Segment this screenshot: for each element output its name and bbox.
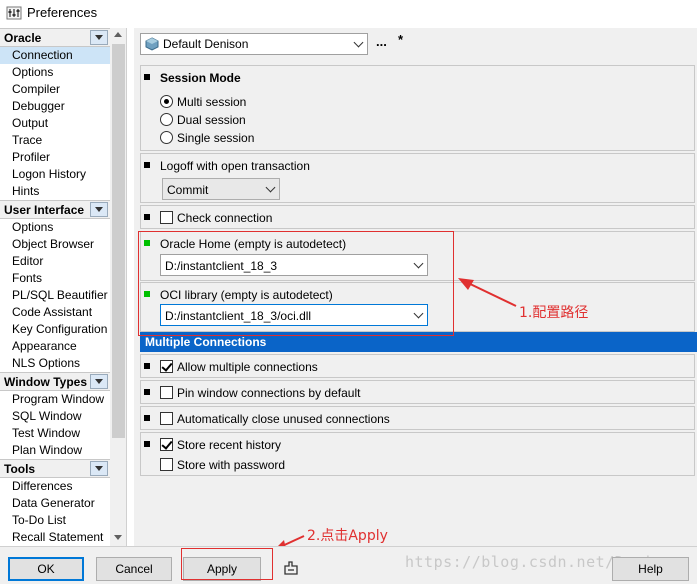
path-annotation-box [138,231,454,336]
tree-item-plsql-beautifier[interactable]: PL/SQL Beautifier [0,287,110,304]
checkbox-icon[interactable] [160,360,173,373]
radio-button-icon[interactable] [160,113,173,126]
section-marker [144,74,150,80]
ok-button[interactable]: OK [8,557,84,581]
checkbox-label: Store with password [177,458,286,472]
checkbox-label: Check connection [177,211,273,225]
tree-item-test-window[interactable]: Test Window [0,425,110,442]
chevron-down-icon [353,37,364,48]
section-marker [144,162,150,168]
checkbox-icon[interactable] [160,386,173,399]
tree-item-code-assistant[interactable]: Code Assistant [0,304,110,321]
scroll-up-icon[interactable] [114,32,122,37]
chevron-down-icon [265,182,276,193]
tree-item-ui-options[interactable]: Options [0,219,110,236]
tree-item-options[interactable]: Options [0,64,110,81]
radio-label: Multi session [177,95,247,109]
tree-item-todo-list[interactable]: To-Do List [0,512,110,529]
logoff-select[interactable]: Commit [162,178,280,200]
session-mode-section: Session Mode Multi session Dual session … [140,65,695,151]
section-marker [144,214,150,220]
scroll-thumb[interactable] [112,44,125,438]
check-connection-section: Check connection [140,205,695,229]
checkbox-label: Automatically close unused connections [177,412,390,426]
logoff-select-value: Commit [167,183,209,197]
pin-window-section: Pin window connections by default [140,380,695,404]
tree-item-differences[interactable]: Differences [0,478,110,495]
tree-item-connection[interactable]: Connection [0,47,110,64]
tree-item-debugger[interactable]: Debugger [0,98,110,115]
session-mode-title: Session Mode [160,71,241,85]
collapse-arrow-icon[interactable] [90,374,108,389]
checkbox-icon[interactable] [160,458,173,471]
checkbox-label: Store recent history [177,438,282,452]
preference-set-select[interactable]: Default Denison [140,33,368,55]
window-title: Preferences [27,5,98,20]
preferences-tree: Oracle Connection Options Compiler Debug… [0,28,127,546]
tree-item-program-window[interactable]: Program Window [0,391,110,408]
radio-button-icon[interactable] [160,131,173,144]
radio-label: Single session [177,131,255,145]
allow-multiple-section: Allow multiple connections [140,354,695,378]
tree-item-nls-options[interactable]: NLS Options [0,355,110,372]
preferences-icon [6,6,22,20]
checkbox-label: Allow multiple connections [177,360,318,374]
section-marker [144,441,150,447]
tree-group-label: Window Types [4,375,88,389]
store-history-section: Store recent history Store with password [140,432,695,476]
collapse-arrow-icon[interactable] [90,202,108,217]
title-bar: Preferences [0,0,697,28]
database-icon [145,37,159,51]
annotation-arrow-icon [458,278,517,307]
tree-item-profiler[interactable]: Profiler [0,149,110,166]
collapse-arrow-icon[interactable] [90,461,108,476]
radio-label: Dual session [177,113,246,127]
path-annotation-text: 1.配置路径 [519,305,589,321]
modified-indicator: * [398,32,404,47]
tree-item-compiler[interactable]: Compiler [0,81,110,98]
apply-annotation-text: 2.点击Apply [307,528,388,544]
tree-item-logon-history[interactable]: Logon History [0,166,110,183]
section-marker [144,415,150,421]
save-settings-icon[interactable] [282,560,300,576]
auto-close-section: Automatically close unused connections [140,406,695,430]
checkbox-icon[interactable] [160,211,173,224]
tree-scrollbar[interactable] [110,28,126,546]
tree-item-appearance[interactable]: Appearance [0,338,110,355]
apply-annotation-box [181,548,273,580]
tree-item-output[interactable]: Output [0,115,110,132]
tree-group-user-interface[interactable]: User Interface [0,200,110,219]
scroll-down-icon[interactable] [114,535,122,540]
checkbox-icon[interactable] [160,438,173,451]
tree-item-fonts[interactable]: Fonts [0,270,110,287]
tree-group-label: Tools [4,462,36,476]
tree-group-oracle[interactable]: Oracle [0,28,110,47]
cancel-button[interactable]: Cancel [96,557,172,581]
tree-item-hints[interactable]: Hints [0,183,110,200]
preference-set-value: Default Denison [163,37,249,51]
logoff-section: Logoff with open transaction Commit [140,153,695,203]
section-marker [144,363,150,369]
tree-item-key-configuration[interactable]: Key Configuration [0,321,110,338]
help-button[interactable]: Help [612,557,689,581]
more-button[interactable]: ... [376,34,387,49]
checkbox-label: Pin window connections by default [177,386,361,400]
logoff-title: Logoff with open transaction [160,159,310,173]
collapse-arrow-icon[interactable] [90,30,108,45]
tree-item-object-browser[interactable]: Object Browser [0,236,110,253]
section-marker [144,389,150,395]
tree-item-editor[interactable]: Editor [0,253,110,270]
tree-group-tools[interactable]: Tools [0,459,110,478]
tree-item-recall-statement[interactable]: Recall Statement [0,529,110,546]
checkbox-icon[interactable] [160,412,173,425]
tree-item-data-generator[interactable]: Data Generator [0,495,110,512]
radio-button-icon[interactable] [160,95,173,108]
tree-group-label: User Interface [4,203,85,217]
tree-group-label: Oracle [4,31,42,45]
tree-item-plan-window[interactable]: Plan Window [0,442,110,459]
tree-item-sql-window[interactable]: SQL Window [0,408,110,425]
tree-group-window-types[interactable]: Window Types [0,372,110,391]
tree-item-trace[interactable]: Trace [0,132,110,149]
